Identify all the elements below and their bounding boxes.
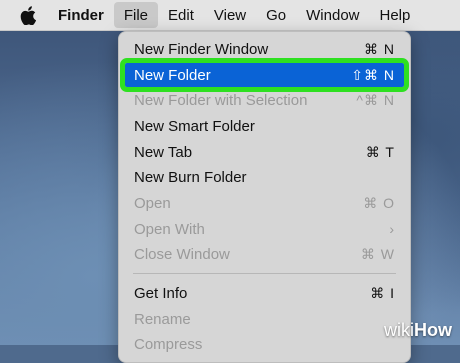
- menu-finder[interactable]: Finder: [48, 0, 114, 30]
- menu-item-new-burn-folder[interactable]: New Burn Folder: [125, 165, 404, 189]
- menu-item-shortcut: ⌘ N: [364, 40, 395, 57]
- menu-item-open-with: Open With ›: [125, 217, 404, 241]
- menu-item-new-tab[interactable]: New Tab ⌘ T: [125, 140, 404, 164]
- file-menu-dropdown: New Finder Window ⌘ N New Folder ⇧⌘ N Ne…: [118, 31, 411, 363]
- menu-item-open: Open ⌘ O: [125, 191, 404, 215]
- menu-item-label: New Finder Window: [134, 40, 269, 58]
- menu-item-label: New Burn Folder: [134, 168, 247, 186]
- menu-item-get-info[interactable]: Get Info ⌘ I: [125, 281, 404, 305]
- wikihow-watermark: wikiHow: [384, 320, 452, 341]
- menu-item-label: New Folder with Selection: [134, 91, 308, 109]
- menu-help[interactable]: Help: [370, 0, 421, 30]
- menu-item-label: New Smart Folder: [134, 117, 255, 135]
- menu-item-label: Open: [134, 194, 171, 212]
- menu-edit[interactable]: Edit: [158, 0, 204, 30]
- submenu-chevron-icon: ›: [389, 221, 395, 237]
- menu-item-rename: Rename: [125, 307, 404, 331]
- menu-item-shortcut: ⌘ T: [365, 143, 395, 160]
- menu-item-label: Get Info: [134, 284, 188, 302]
- menu-item-compress: Compress: [125, 332, 404, 356]
- menu-item-new-finder-window[interactable]: New Finder Window ⌘ N: [125, 37, 404, 61]
- menu-file[interactable]: File: [113, 2, 159, 28]
- menu-item-close-window: Close Window ⌘ W: [125, 242, 404, 266]
- menu-item-new-smart-folder[interactable]: New Smart Folder: [125, 114, 404, 138]
- menu-view[interactable]: View: [204, 0, 256, 30]
- menu-item-shortcut: ^⌘ N: [356, 91, 395, 108]
- menu-item-shortcut: ⇧⌘ N: [351, 66, 395, 83]
- menu-item-new-folder[interactable]: New Folder ⇧⌘ N: [120, 58, 409, 92]
- menu-item-label: Open With: [134, 220, 205, 238]
- menu-item-shortcut: ⌘ W: [360, 245, 395, 262]
- menu-window[interactable]: Window: [296, 0, 369, 30]
- menu-item-shortcut: ⌘ I: [370, 284, 395, 301]
- menu-separator: [133, 273, 396, 274]
- menu-item-label: Rename: [134, 310, 191, 328]
- menu-item-label: New Tab: [134, 143, 193, 161]
- menu-go[interactable]: Go: [256, 0, 296, 30]
- menu-item-label: Close Window: [134, 245, 230, 263]
- menu-item-new-folder-with-selection: New Folder with Selection ^⌘ N: [125, 88, 404, 112]
- menu-item-label: Compress: [134, 335, 203, 353]
- watermark-wiki: wiki: [384, 320, 414, 340]
- apple-logo-icon[interactable]: [14, 5, 42, 25]
- menu-item-label: New Folder: [134, 66, 211, 84]
- menu-item-shortcut: ⌘ O: [363, 194, 395, 211]
- watermark-how: How: [414, 320, 452, 340]
- menu-bar: Finder File Edit View Go Window Help: [0, 0, 460, 31]
